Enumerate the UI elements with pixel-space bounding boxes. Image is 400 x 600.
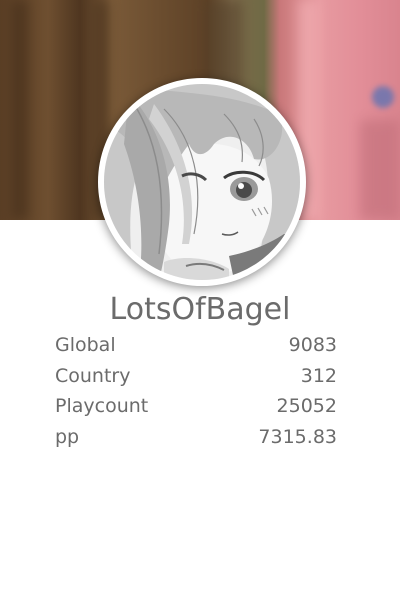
stat-label-playcount: Playcount [55,395,149,417]
stat-value-global: 9083 [288,334,337,356]
stat-value-country: 312 [300,364,337,387]
stat-row-country: Country 312 [55,361,337,392]
avatar[interactable] [98,78,306,286]
stat-value-playcount: 25052 [276,395,337,417]
stat-row-pp: pp 7315.83 [55,422,337,453]
profile-card: LotsOfBagel Global 9083 Country 312 Play… [0,0,400,600]
stat-label-pp: pp [55,425,80,448]
stat-row-playcount: Playcount 25052 [55,391,337,422]
stat-value-pp: 7315.83 [258,425,337,448]
avatar-image [104,84,300,280]
stat-label-country: Country [55,364,131,387]
stat-row-global: Global 9083 [55,330,337,361]
username: LotsOfBagel [109,292,291,327]
stats-list: Global 9083 Country 312 Playcount 25052 … [55,330,337,452]
stat-label-global: Global [55,334,116,356]
